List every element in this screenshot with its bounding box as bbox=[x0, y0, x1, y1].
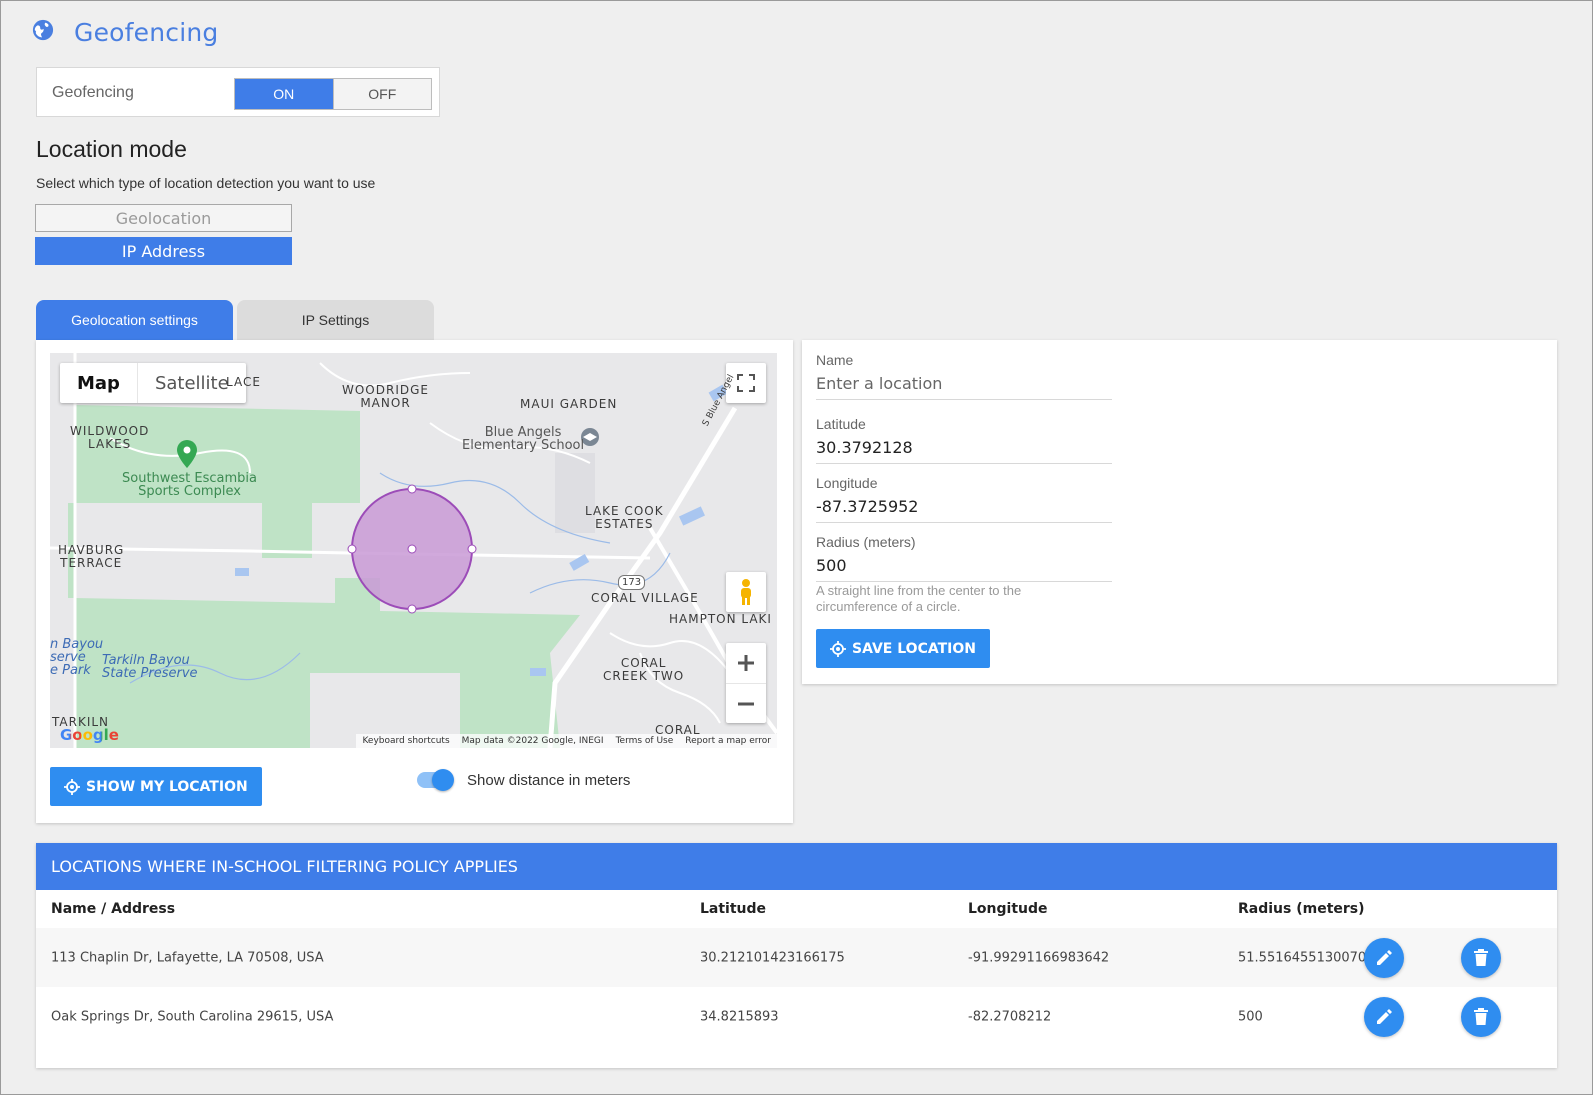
table-row: 113 Chaplin Dr, Lafayette, LA 70508, USA… bbox=[36, 928, 1557, 987]
map-type-toggle: Map Satellite bbox=[60, 363, 246, 403]
map-label-road-173: 173 bbox=[618, 575, 646, 590]
latitude-input[interactable]: 30.3792128 bbox=[816, 438, 1112, 463]
map-label-havburg: HAVBURG TERRACE bbox=[58, 543, 125, 570]
tab-ip-settings[interactable]: IP Settings bbox=[237, 300, 434, 340]
map-footer: Keyboard shortcuts Map data ©2022 Google… bbox=[356, 734, 777, 748]
map-label-lace: LACE bbox=[226, 375, 261, 389]
crosshair-icon bbox=[830, 640, 846, 657]
map-view[interactable]: Map Satellite LACE WOODRIDGE MANOR MAUI … bbox=[50, 353, 777, 748]
distance-meters-label: Show distance in meters bbox=[467, 772, 631, 789]
show-my-location-button[interactable]: SHOW MY LOCATION bbox=[50, 767, 262, 806]
name-input[interactable]: Enter a location bbox=[816, 374, 1112, 399]
map-label-coral-creek: CORAL CREEK TWO bbox=[603, 656, 685, 683]
zoom-controls bbox=[726, 643, 766, 723]
longitude-label: Longitude bbox=[816, 475, 878, 491]
geofencing-toggle-card: Geofencing ON OFF bbox=[36, 67, 440, 117]
row-radius: 500 bbox=[1238, 1009, 1263, 1024]
map-label-maui-garden: MAUI GARDEN bbox=[520, 397, 618, 411]
save-location-button[interactable]: SAVE LOCATION bbox=[816, 629, 990, 668]
street-view-pegman-icon[interactable] bbox=[726, 572, 766, 612]
geofencing-on-button[interactable]: ON bbox=[235, 79, 333, 109]
geofencing-segmented-control: ON OFF bbox=[234, 78, 432, 110]
zoom-out-icon[interactable] bbox=[726, 683, 766, 723]
keyboard-shortcuts-link[interactable]: Keyboard shortcuts bbox=[362, 736, 449, 746]
radius-hint: A straight line from the center to the c… bbox=[816, 583, 1022, 614]
row-name: Oak Springs Dr, South Carolina 29615, US… bbox=[51, 1009, 334, 1024]
radius-label: Radius (meters) bbox=[816, 534, 916, 550]
geofencing-label: Geofencing bbox=[52, 84, 134, 101]
trash-icon bbox=[1474, 948, 1488, 966]
map-label-wildwood-lakes: WILDWOOD LAKES bbox=[70, 424, 150, 451]
map-label-bayou-reserve: n Bayou serve e Park bbox=[50, 637, 104, 678]
edit-button[interactable] bbox=[1364, 937, 1404, 978]
geolocation-mode-button[interactable]: Geolocation bbox=[35, 204, 292, 232]
longitude-input[interactable]: -87.3725952 bbox=[816, 497, 1112, 522]
name-field[interactable]: Name Enter a location bbox=[816, 352, 1112, 400]
row-radius: 51.551645513007045 bbox=[1238, 950, 1383, 965]
row-name: 113 Chaplin Dr, Lafayette, LA 70508, USA bbox=[51, 950, 324, 965]
map-type-map-button[interactable]: Map bbox=[60, 363, 137, 403]
longitude-field[interactable]: Longitude -87.3725952 bbox=[816, 475, 1112, 523]
trash-icon bbox=[1474, 1007, 1488, 1025]
row-longitude: -82.2708212 bbox=[968, 1009, 1052, 1024]
col-name-address: Name / Address bbox=[51, 901, 176, 917]
distance-meters-switch[interactable] bbox=[417, 769, 454, 791]
row-latitude: 30.212101423166175 bbox=[700, 950, 845, 965]
table-title: LOCATIONS WHERE IN-SCHOOL FILTERING POLI… bbox=[36, 843, 1557, 890]
col-longitude: Longitude bbox=[968, 901, 1048, 917]
delete-button[interactable] bbox=[1461, 996, 1501, 1037]
map-label-sw-escambia: Southwest Escambia Sports Complex bbox=[122, 471, 258, 499]
table-row: Oak Springs Dr, South Carolina 29615, US… bbox=[36, 987, 1557, 1046]
col-latitude: Latitude bbox=[700, 901, 767, 917]
report-map-error-link[interactable]: Report a map error bbox=[685, 736, 771, 746]
map-label-lake-cook: LAKE COOK ESTATES bbox=[585, 504, 664, 531]
map-label-woodridge-manor: WOODRIDGE MANOR bbox=[342, 383, 429, 410]
terms-of-use-link[interactable]: Terms of Use bbox=[616, 736, 674, 746]
crosshair-icon bbox=[64, 778, 80, 795]
page-header: Geofencing bbox=[32, 18, 218, 47]
map-label-hampton-lake: HAMPTON LAKI bbox=[669, 612, 772, 626]
page-title: Geofencing bbox=[74, 18, 219, 47]
map-label-tarkiln-bayou: Tarkiln Bayou State Preserve bbox=[102, 653, 198, 681]
radius-field[interactable]: Radius (meters) 500 bbox=[816, 534, 1112, 582]
row-longitude: -91.99291166983642 bbox=[968, 950, 1110, 965]
ip-address-mode-button[interactable]: IP Address bbox=[35, 237, 292, 265]
map-base bbox=[50, 353, 777, 748]
table-header-row: Name / Address Latitude Longitude Radius… bbox=[36, 890, 1557, 928]
zoom-in-icon[interactable] bbox=[726, 643, 766, 683]
location-mode-title: Location mode bbox=[36, 136, 187, 162]
latitude-label: Latitude bbox=[816, 416, 866, 432]
globe-icon bbox=[32, 19, 54, 46]
google-logo: Google bbox=[60, 726, 119, 744]
delete-button[interactable] bbox=[1461, 937, 1501, 978]
pencil-icon bbox=[1377, 1008, 1392, 1024]
map-card: Map Satellite LACE WOODRIDGE MANOR MAUI … bbox=[36, 340, 793, 823]
tab-geolocation-settings[interactable]: Geolocation settings bbox=[36, 300, 233, 340]
radius-input[interactable]: 500 bbox=[816, 556, 1112, 581]
location-form-card: Name Enter a location Latitude 30.379212… bbox=[802, 340, 1557, 684]
locations-table: LOCATIONS WHERE IN-SCHOOL FILTERING POLI… bbox=[36, 843, 1557, 1068]
edit-button[interactable] bbox=[1364, 996, 1404, 1037]
latitude-field[interactable]: Latitude 30.3792128 bbox=[816, 416, 1112, 464]
map-data-attribution: Map data ©2022 Google, INEGI bbox=[461, 736, 604, 746]
map-label-blue-angels-school: Blue Angels Elementary School bbox=[462, 425, 585, 453]
name-label: Name bbox=[816, 352, 854, 368]
geofencing-off-button[interactable]: OFF bbox=[332, 79, 431, 109]
switch-knob bbox=[432, 769, 454, 791]
location-mode-subtitle: Select which type of location detection … bbox=[36, 175, 376, 191]
col-radius: Radius (meters) bbox=[1238, 901, 1365, 917]
pencil-icon bbox=[1377, 949, 1392, 965]
row-latitude: 34.8215893 bbox=[700, 1009, 779, 1024]
map-label-coral-village: CORAL VILLAGE bbox=[591, 591, 699, 605]
